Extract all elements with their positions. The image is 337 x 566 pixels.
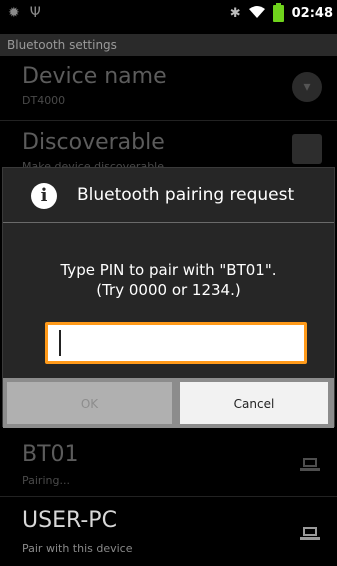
status-left-icons: ✹ Ψ (8, 5, 41, 21)
dialog-divider (3, 222, 334, 223)
divider (0, 496, 337, 497)
status-bar: ✹ Ψ ✱ 02:48 (0, 0, 337, 26)
usb-icon: Ψ (29, 5, 41, 21)
ok-button[interactable]: OK (7, 382, 172, 424)
pin-input[interactable] (45, 322, 307, 364)
status-right-icons: ✱ 02:48 (229, 3, 333, 23)
chevron-down-icon[interactable]: ▾ (292, 72, 322, 102)
discoverable-title[interactable]: Discoverable (22, 130, 165, 155)
dialog-message: Type PIN to pair with "BT01". (Try 0000 … (60, 261, 277, 299)
device-user-pc-name[interactable]: USER-PC (22, 508, 117, 533)
device-user-pc-status: Pair with this device (22, 542, 133, 555)
laptop-icon (300, 527, 320, 541)
device-bt01-name[interactable]: BT01 (22, 442, 79, 467)
info-icon: i (31, 183, 57, 209)
dialog-title: Bluetooth pairing request (77, 185, 295, 205)
clock: 02:48 (291, 6, 333, 21)
device-bt01-status: Pairing... (22, 474, 70, 487)
cancel-button[interactable]: Cancel (180, 382, 328, 424)
dialog-title-row: i Bluetooth pairing request (3, 168, 334, 222)
pairing-dialog: i Bluetooth pairing request Type PIN to … (2, 167, 335, 428)
battery-icon (272, 3, 284, 22)
bluetooth-icon: ✱ (229, 6, 241, 21)
android-icon: ✹ (8, 5, 20, 21)
text-cursor (59, 330, 61, 356)
settings-header: Bluetooth settings (0, 34, 337, 56)
discoverable-checkbox[interactable] (292, 134, 322, 164)
wifi-icon (248, 4, 265, 23)
dialog-button-bar: OK Cancel (3, 378, 334, 428)
device-name-value: DT4000 (22, 94, 66, 107)
device-name-title[interactable]: Device name (22, 64, 167, 89)
laptop-icon (300, 458, 320, 472)
divider (0, 120, 337, 121)
